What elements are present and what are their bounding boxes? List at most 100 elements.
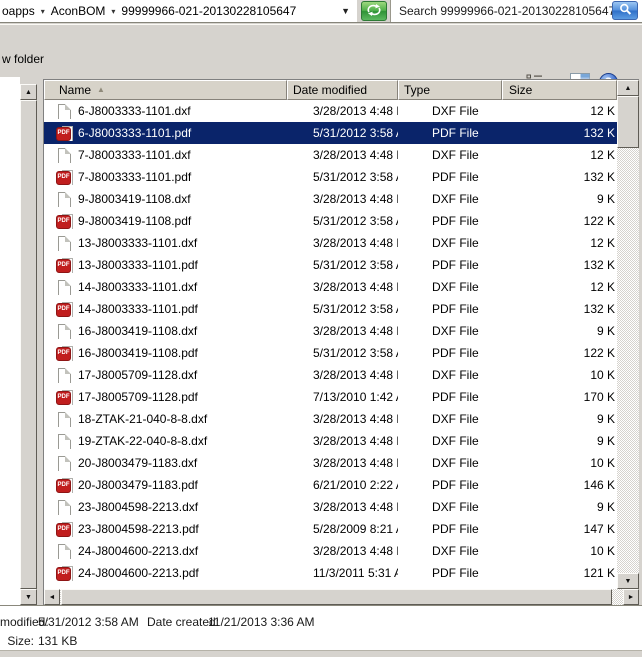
file-size-cell: 132 K <box>502 258 617 272</box>
table-row[interactable]: 24-J8004600-2213.pdf 11/3/2011 5:31 AM P… <box>44 562 617 584</box>
table-row[interactable]: 16-J8003419-1108.pdf 5/31/2012 3:58 AM P… <box>44 342 617 364</box>
nav-pane-scrollbar[interactable]: ▲ ▼ <box>20 84 37 605</box>
command-bar: w folder ▼ <box>0 24 642 77</box>
column-header-date-modified[interactable]: Date modified <box>287 80 398 100</box>
file-name-cell: 19-ZTAK-22-040-8-8.dxf <box>44 433 287 449</box>
scroll-left-button[interactable]: ◄ <box>44 589 60 605</box>
horizontal-scrollbar[interactable]: ◄ ► <box>44 589 639 605</box>
table-row[interactable]: 7-J8003333-1101.pdf 5/31/2012 3:58 AM PD… <box>44 166 617 188</box>
file-date-cell: 3/28/2013 4:48 PM <box>287 434 398 448</box>
address-bar[interactable]: oapps ▾ AconBOM ▾ 99999966-021-201302281… <box>0 0 357 22</box>
new-folder-button[interactable]: w folder <box>2 52 44 66</box>
table-row[interactable]: 6-J8003333-1101.pdf 5/31/2012 3:58 AM PD… <box>44 122 617 144</box>
file-name-cell: 16-J8003419-1108.pdf <box>44 345 287 361</box>
file-name-cell: 16-J8003419-1108.dxf <box>44 323 287 339</box>
file-name: 16-J8003419-1108.pdf <box>78 346 198 360</box>
breadcrumb-item[interactable]: AconBOM <box>49 4 108 18</box>
file-type-cell: PDF File <box>398 522 502 536</box>
search-icon <box>619 3 632 19</box>
table-row[interactable]: 6-J8003333-1101.dxf 3/28/2013 4:48 PM DX… <box>44 100 617 122</box>
pdf-file-icon <box>56 169 73 185</box>
table-row[interactable]: 17-J8005709-1128.pdf 7/13/2010 1:42 AM P… <box>44 386 617 408</box>
table-row[interactable]: 13-J8003333-1101.dxf 3/28/2013 4:48 PM D… <box>44 232 617 254</box>
table-row[interactable]: 19-ZTAK-22-040-8-8.dxf 3/28/2013 4:48 PM… <box>44 430 617 452</box>
scroll-right-button[interactable]: ► <box>623 589 639 605</box>
scroll-up-button[interactable]: ▲ <box>20 84 37 100</box>
navigation-pane <box>0 77 20 605</box>
file-type-cell: PDF File <box>398 390 502 404</box>
date-modified-label: modified: <box>0 615 34 629</box>
dxf-file-icon <box>56 367 73 383</box>
pdf-file-icon <box>56 213 73 229</box>
table-row[interactable]: 16-J8003419-1108.dxf 3/28/2013 4:48 PM D… <box>44 320 617 342</box>
dxf-file-icon <box>56 499 73 515</box>
table-row[interactable]: 20-J8003479-1183.dxf 3/28/2013 4:48 PM D… <box>44 452 617 474</box>
table-row[interactable]: 9-J8003419-1108.dxf 3/28/2013 4:48 PM DX… <box>44 188 617 210</box>
file-name-cell: 24-J8004600-2213.dxf <box>44 543 287 559</box>
file-date-cell: 5/28/2009 8:21 AM <box>287 522 398 536</box>
file-type-cell: DXF File <box>398 434 502 448</box>
pdf-file-icon <box>56 301 73 317</box>
vertical-scrollbar[interactable]: ▲ ▼ <box>617 80 639 589</box>
scroll-down-button[interactable]: ▼ <box>20 589 37 605</box>
file-size-cell: 121 K <box>502 566 617 580</box>
file-date-cell: 3/28/2013 4:48 PM <box>287 192 398 206</box>
chevron-down-icon[interactable]: ▾ <box>107 7 119 16</box>
file-name: 18-ZTAK-21-040-8-8.dxf <box>78 412 207 426</box>
file-size-cell: 146 K <box>502 478 617 492</box>
table-row[interactable]: 7-J8003333-1101.dxf 3/28/2013 4:48 PM DX… <box>44 144 617 166</box>
file-list: 6-J8003333-1101.dxf 3/28/2013 4:48 PM DX… <box>44 100 617 589</box>
file-date-cell: 3/28/2013 4:48 PM <box>287 544 398 558</box>
file-size-cell: 132 K <box>502 170 617 184</box>
file-name: 14-J8003333-1101.dxf <box>78 280 197 294</box>
file-list-pane: Name ▲ Date modified Type Size 6-J800333… <box>43 79 639 605</box>
pdf-file-icon <box>56 521 73 537</box>
file-name-cell: 6-J8003333-1101.pdf <box>44 125 287 141</box>
file-date-cell: 7/13/2010 1:42 AM <box>287 390 398 404</box>
file-name-cell: 17-J8005709-1128.dxf <box>44 367 287 383</box>
column-header-label: Type <box>404 83 430 97</box>
column-header-name[interactable]: Name ▲ <box>44 80 287 100</box>
refresh-button[interactable] <box>361 1 387 21</box>
table-row[interactable]: 18-ZTAK-21-040-8-8.dxf 3/28/2013 4:48 PM… <box>44 408 617 430</box>
table-row[interactable]: 14-J8003333-1101.pdf 5/31/2012 3:58 AM P… <box>44 298 617 320</box>
breadcrumb-item-current[interactable]: 99999966-021-20130228105647 <box>119 4 298 18</box>
address-history-dropdown-icon[interactable]: ▼ <box>341 6 357 16</box>
file-size-cell: 10 K <box>502 456 617 470</box>
file-date-cell: 6/21/2010 2:22 AM <box>287 478 398 492</box>
scrollbar-thumb[interactable] <box>617 96 639 148</box>
file-type-cell: DXF File <box>398 500 502 514</box>
breadcrumb-item[interactable]: oapps <box>0 4 37 18</box>
file-type-cell: DXF File <box>398 104 502 118</box>
search-button[interactable] <box>612 1 638 20</box>
file-size-cell: 10 K <box>502 368 617 382</box>
file-name: 16-J8003419-1108.dxf <box>78 324 197 338</box>
file-name: 6-J8003333-1101.pdf <box>78 126 191 140</box>
table-row[interactable]: 17-J8005709-1128.dxf 3/28/2013 4:48 PM D… <box>44 364 617 386</box>
file-size-cell: 122 K <box>502 214 617 228</box>
date-modified-value: 5/31/2012 3:58 AM <box>38 615 139 629</box>
scrollbar-thumb[interactable] <box>61 589 612 605</box>
table-row[interactable]: 9-J8003419-1108.pdf 5/31/2012 3:58 AM PD… <box>44 210 617 232</box>
file-size-cell: 9 K <box>502 412 617 426</box>
search-input[interactable]: Search 99999966-021-20130228105647 <box>390 0 642 22</box>
column-header-type[interactable]: Type <box>398 80 502 100</box>
file-name: 24-J8004600-2213.pdf <box>78 566 199 580</box>
dxf-file-icon <box>56 279 73 295</box>
scroll-up-button[interactable]: ▲ <box>617 80 639 96</box>
chevron-down-icon[interactable]: ▾ <box>37 7 49 16</box>
table-row[interactable]: 24-J8004600-2213.dxf 3/28/2013 4:48 PM D… <box>44 540 617 562</box>
file-size-cell: 132 K <box>502 302 617 316</box>
dxf-file-icon <box>56 147 73 163</box>
table-row[interactable]: 23-J8004598-2213.pdf 5/28/2009 8:21 AM P… <box>44 518 617 540</box>
column-header-size[interactable]: Size <box>502 80 617 100</box>
file-name-cell: 24-J8004600-2213.pdf <box>44 565 287 581</box>
table-row[interactable]: 23-J8004598-2213.dxf 3/28/2013 4:48 PM D… <box>44 496 617 518</box>
table-row[interactable]: 13-J8003333-1101.pdf 5/31/2012 3:58 AM P… <box>44 254 617 276</box>
table-row[interactable]: 14-J8003333-1101.dxf 3/28/2013 4:48 PM D… <box>44 276 617 298</box>
search-placeholder-text: Search 99999966-021-20130228105647 <box>391 4 615 18</box>
table-row[interactable]: 20-J8003479-1183.pdf 6/21/2010 2:22 AM P… <box>44 474 617 496</box>
scroll-down-button[interactable]: ▼ <box>617 573 639 589</box>
file-type-cell: DXF File <box>398 280 502 294</box>
scrollbar-thumb[interactable] <box>20 100 37 589</box>
